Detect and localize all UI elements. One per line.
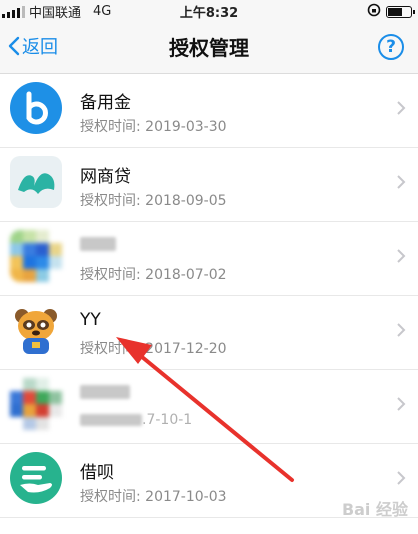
item-time: 授权时间: 2017-10-03	[80, 489, 227, 505]
yy-raccoon-logo-icon	[10, 304, 62, 356]
status-time: 上午8:32	[179, 6, 239, 21]
item-name: 借呗	[80, 463, 114, 483]
item-time: .7-10-1	[80, 412, 192, 428]
item-name: 网商贷	[80, 167, 131, 187]
navigation-bar: 返回 授权管理 ?	[0, 20, 418, 74]
battery-icon	[386, 6, 415, 18]
authorization-list: 备用金 授权时间: 2019-03-30 网商贷 授权时间: 2018-09-0…	[0, 74, 418, 518]
jiebei-logo-icon	[10, 452, 62, 504]
blurred-item-name	[80, 384, 130, 404]
chevron-right-icon	[397, 101, 406, 115]
status-right	[367, 3, 415, 21]
blurred-item-name	[80, 236, 116, 256]
item-name: 备用金	[80, 93, 131, 113]
list-item[interactable]: 备用金 授权时间: 2019-03-30	[0, 74, 418, 148]
help-button[interactable]: ?	[378, 34, 404, 60]
watermark: Bai 经验	[341, 500, 408, 519]
pixelated-app-icon	[10, 230, 62, 282]
item-time: 授权时间: 2019-03-30	[80, 119, 227, 135]
pixelated-app-icon	[10, 378, 62, 430]
chevron-right-icon	[397, 471, 406, 485]
status-bar: 中国联通 4G 上午8:32	[0, 0, 418, 21]
list-item[interactable]: 网商贷 授权时间: 2018-09-05	[0, 148, 418, 222]
chevron-right-icon	[397, 249, 406, 263]
chevron-right-icon	[397, 397, 406, 411]
list-item[interactable]: 授权时间: 2018-07-02	[0, 222, 418, 296]
question-mark-icon: ?	[386, 37, 396, 57]
beiyongjin-logo-icon	[10, 82, 62, 134]
wangshangdai-logo-icon	[10, 156, 62, 208]
chevron-right-icon	[397, 323, 406, 337]
item-name: YY	[80, 310, 101, 330]
item-time: 授权时间: 2017-12-20	[80, 341, 227, 357]
page-title: 授权管理	[169, 36, 249, 60]
orientation-lock-icon	[367, 3, 381, 21]
item-time: 授权时间: 2018-07-02	[80, 267, 227, 283]
item-time: 授权时间: 2018-09-05	[80, 193, 227, 209]
list-item[interactable]: YY 授权时间: 2017-12-20	[0, 296, 418, 370]
list-item[interactable]: .7-10-1	[0, 370, 418, 444]
chevron-right-icon	[397, 175, 406, 189]
